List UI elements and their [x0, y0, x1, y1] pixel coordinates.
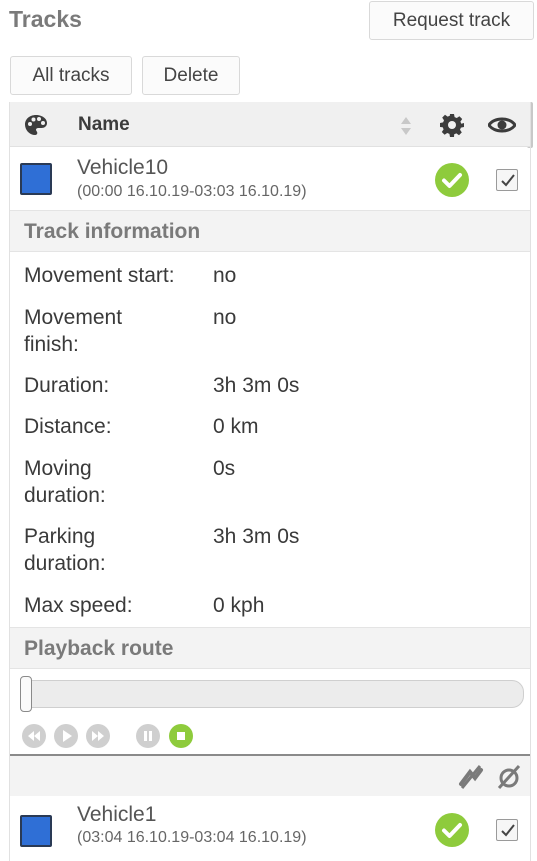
fast-forward-button[interactable] — [86, 724, 110, 748]
fast-forward-icon — [92, 731, 104, 741]
hide-all-icon[interactable] — [496, 764, 522, 790]
track-row[interactable]: Vehicle10 (00:00 16.10.19-03:03 16.10.19… — [10, 148, 530, 210]
gear-icon[interactable] — [440, 113, 464, 137]
info-value: no — [213, 264, 237, 287]
all-tracks-button[interactable]: All tracks — [10, 56, 132, 95]
rewind-icon — [28, 731, 40, 741]
track-color-swatch[interactable] — [20, 815, 52, 847]
palette-icon — [25, 115, 47, 135]
eye-icon[interactable] — [488, 115, 516, 135]
play-icon — [63, 730, 72, 742]
info-label: Movement finish: — [24, 306, 123, 356]
tracks-toolbar — [10, 756, 530, 796]
info-value: no — [213, 306, 237, 329]
track-period: (03:04 16.10.19-03:04 16.10.19) — [77, 829, 307, 846]
info-label: Movement start: — [24, 264, 175, 287]
info-label: Parking duration: — [24, 525, 106, 575]
info-value: 0 kph — [213, 594, 265, 617]
info-label: Distance: — [24, 415, 112, 438]
rewind-button[interactable] — [22, 724, 46, 748]
stop-icon — [177, 732, 185, 740]
track-information-header: Track information — [10, 210, 530, 252]
info-value: 0s — [213, 457, 236, 480]
tracks-panel: Name Vehicle10 (00:00 16.10.19-03:03 16.… — [9, 102, 531, 861]
delete-button[interactable]: Delete — [142, 56, 240, 95]
hide-tracks-icon[interactable] — [458, 764, 484, 790]
checkmark-icon — [501, 174, 515, 187]
info-value: 3h 3m 0s — [213, 525, 300, 548]
status-ok-icon — [435, 813, 469, 847]
track-color-swatch[interactable] — [20, 163, 52, 195]
play-button[interactable] — [54, 724, 78, 748]
page-title: Tracks — [9, 6, 82, 32]
info-label: Moving duration: — [24, 457, 106, 507]
header: Tracks Request track — [0, 0, 537, 44]
playback-slider[interactable] — [20, 680, 524, 708]
playback-slider-handle[interactable] — [20, 676, 32, 712]
pause-button[interactable] — [136, 724, 160, 748]
sort-icon[interactable] — [399, 114, 413, 138]
info-value: 3h 3m 0s — [213, 374, 300, 397]
stop-button[interactable] — [169, 724, 193, 748]
info-label: Duration: — [24, 374, 110, 397]
info-value: 0 km — [213, 415, 259, 438]
playback-route-header: Playback route — [10, 627, 530, 669]
info-label: Max speed: — [24, 594, 133, 617]
request-track-button[interactable]: Request track — [369, 1, 534, 40]
track-visibility-checkbox[interactable] — [496, 169, 518, 191]
playback-route-title: Playback route — [24, 637, 174, 660]
track-name: Vehicle1 — [77, 803, 157, 826]
track-row[interactable]: Vehicle1 (03:04 16.10.19-03:04 16.10.19) — [10, 798, 530, 860]
track-period: (00:00 16.10.19-03:03 16.10.19) — [77, 183, 307, 200]
track-information-title: Track information — [24, 220, 201, 243]
pause-icon — [144, 731, 152, 741]
name-column-header[interactable]: Name — [78, 114, 130, 136]
table-header: Name — [10, 102, 530, 147]
status-ok-icon — [435, 163, 469, 197]
track-name: Vehicle10 — [77, 156, 169, 179]
track-visibility-checkbox[interactable] — [496, 819, 518, 841]
checkmark-icon — [501, 824, 515, 837]
